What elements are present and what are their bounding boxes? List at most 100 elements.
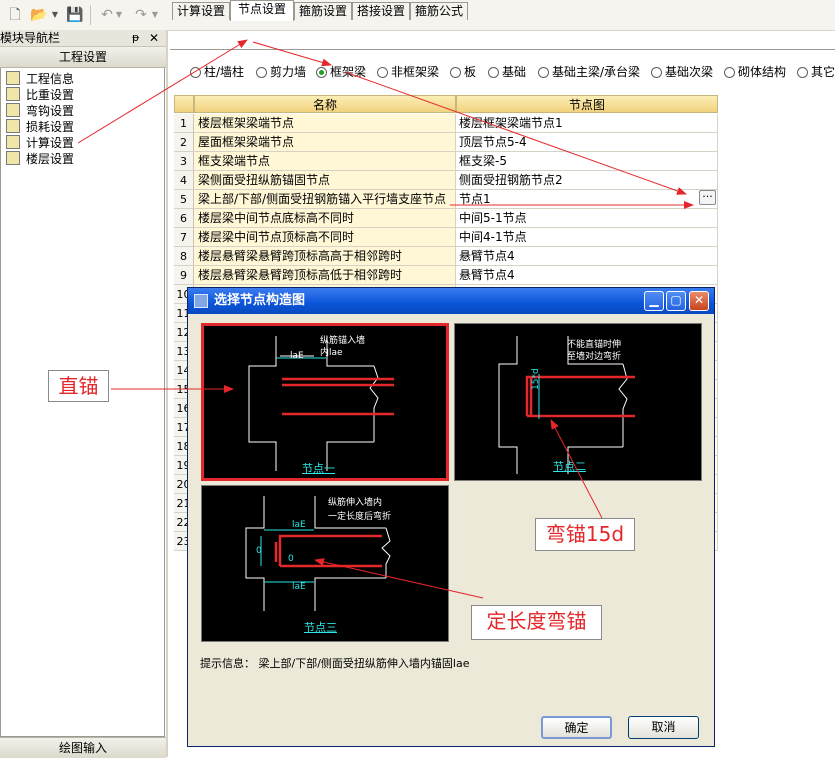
radio-dot	[651, 67, 662, 78]
table-cell-name[interactable]: 框支梁端节点	[194, 152, 456, 171]
redo-icon[interactable]: ↷	[132, 6, 150, 24]
nav-section-header[interactable]: 工程设置	[0, 47, 166, 68]
node-3-diagram	[245, 496, 391, 611]
table-cell-node[interactable]: 楼层框架梁端节点1	[456, 114, 718, 133]
row-number[interactable]: 3	[174, 152, 194, 171]
annotation-straight-anchor: 直锚	[48, 370, 109, 402]
node-option-1[interactable]: 纵筋锚入墙 内lae laE 节点一	[201, 323, 449, 481]
node-1-dim-label: laE	[290, 351, 304, 361]
table-cell-name[interactable]: 屋面框架梁端节点	[194, 133, 456, 152]
table-cell-node[interactable]: 中间4-1节点	[456, 228, 718, 247]
nav-item-label: 弯钩设置	[26, 104, 75, 118]
tab-calc[interactable]: 计算设置	[172, 2, 230, 20]
radio-label: 剪力墙	[270, 65, 307, 79]
close-icon[interactable]: ✕	[689, 291, 709, 311]
floor-icon	[6, 151, 20, 165]
splitter[interactable]	[166, 30, 168, 757]
nav-item-loss[interactable]: 损耗设置	[6, 119, 74, 135]
column-header-name[interactable]: 名称	[194, 95, 456, 113]
project-info-icon	[6, 71, 20, 85]
table-cell-name[interactable]: 楼层梁中间节点底标高不同时	[194, 209, 456, 228]
open-folder-icon[interactable]: 📂	[30, 6, 48, 24]
radio-dot	[256, 67, 267, 78]
table-cell-node[interactable]: 节点1	[456, 190, 718, 209]
node-3-note-line2: 一定长度后弯折	[328, 512, 392, 522]
nav-list: 工程信息 比重设置 弯钩设置 损耗设置 计算设置 楼层设置	[0, 68, 165, 737]
table-cell-node[interactable]: 顶层节点5-4	[456, 133, 718, 152]
undo-dropdown-icon[interactable]: ▼	[114, 6, 124, 24]
radio-label: 框架梁	[330, 65, 367, 79]
row-number[interactable]: 4	[174, 171, 194, 190]
ellipsis-button[interactable]: ···	[699, 190, 716, 205]
table-cell-node[interactable]: 悬臂节点4	[456, 266, 718, 285]
table-cell-node[interactable]: 框支梁-5	[456, 152, 718, 171]
radio-non-frame-beam[interactable]: 非框架梁	[377, 64, 439, 80]
radio-slab[interactable]: 板	[450, 64, 476, 80]
radio-label: 基础	[502, 65, 527, 79]
radio-foundation-main-beam[interactable]: 基础主梁/承台梁	[538, 64, 640, 80]
node-option-3[interactable]: 纵筋伸入墙内 一定长度后弯折 laE laE 0 0 节点三	[201, 485, 449, 642]
row-number[interactable]: 8	[174, 247, 194, 266]
toolbar-separator	[90, 5, 91, 25]
nav-item-hook[interactable]: 弯钩设置	[6, 103, 74, 119]
radio-shear-wall[interactable]: 剪力墙	[256, 64, 306, 80]
table-cell-name[interactable]: 梁侧面受扭纵筋锚固节点	[194, 171, 456, 190]
nav-item-floor[interactable]: 楼层设置	[6, 151, 74, 167]
table-cell-node[interactable]: 侧面受扭钢筋节点2	[456, 171, 718, 190]
radio-label: 其它	[811, 65, 835, 79]
table-cell-node[interactable]: 中间5-1节点	[456, 209, 718, 228]
node-1-note-line1: 纵筋锚入墙	[320, 336, 366, 346]
table-cell-name[interactable]: 楼层梁中间节点顶标高不同时	[194, 228, 456, 247]
redo-dropdown-icon[interactable]: ▼	[150, 6, 160, 24]
dialog-app-icon	[194, 294, 208, 308]
row-number[interactable]: 5	[174, 190, 194, 209]
new-file-icon[interactable]: 🗋	[6, 6, 24, 24]
table-cell-name[interactable]: 楼层悬臂梁悬臂跨顶标高高于相邻跨时	[194, 247, 456, 266]
row-number[interactable]: 2	[174, 133, 194, 152]
column-header-node[interactable]: 节点图	[456, 95, 718, 113]
node-option-2[interactable]: 不能直锚时伸 至墙对边弯折 15*d 节点二	[454, 323, 702, 481]
row-number[interactable]: 6	[174, 209, 194, 228]
minimize-icon[interactable]: ▁	[644, 291, 664, 311]
row-number[interactable]: 1	[174, 114, 194, 133]
maximize-icon[interactable]: ▢	[666, 291, 686, 311]
radio-foundation-sub-beam[interactable]: 基础次梁	[651, 64, 713, 80]
table-cell-node[interactable]: 悬臂节点4	[456, 247, 718, 266]
nav-item-weight[interactable]: 比重设置	[6, 87, 74, 103]
pin-icon[interactable]: ᵽ	[132, 30, 139, 46]
radio-column[interactable]: 柱/墙柱	[190, 64, 244, 80]
nav-bottom-button[interactable]: 绘图输入	[0, 737, 166, 758]
cancel-button[interactable]: 取消	[628, 716, 699, 739]
nav-item-calc[interactable]: 计算设置	[6, 135, 74, 151]
ok-button[interactable]: 确定	[541, 716, 612, 739]
radio-dot	[377, 67, 388, 78]
dropdown-arrow-icon[interactable]: ▼	[50, 6, 60, 24]
row-number[interactable]: 7	[174, 228, 194, 247]
row-number[interactable]: 9	[174, 266, 194, 285]
radio-frame-beam[interactable]: 框架梁	[316, 64, 366, 80]
node-3-dim-label-top: laE	[292, 520, 306, 530]
node-3-dim-label-bottom: laE	[292, 582, 306, 592]
table-cell-name[interactable]: 梁上部/下部/侧面受扭钢筋锚入平行墙支座节点	[194, 190, 456, 209]
tab-stirrup-formula[interactable]: 箍筋公式	[410, 2, 468, 20]
nav-item-label: 工程信息	[26, 72, 75, 86]
radio-foundation[interactable]: 基础	[488, 64, 526, 80]
table-cell-name[interactable]: 楼层框架梁端节点	[194, 114, 456, 133]
node-2-note-line2: 至墙对边弯折	[567, 352, 622, 362]
close-icon[interactable]: ✕	[149, 30, 159, 46]
nav-item-project-info[interactable]: 工程信息	[6, 71, 74, 87]
node-1-label: 节点一	[302, 462, 335, 475]
table-cell-name[interactable]: 楼层悬臂梁悬臂跨顶标高低于相邻跨时	[194, 266, 456, 285]
tab-lap[interactable]: 搭接设置	[352, 2, 410, 20]
save-icon[interactable]: 💾	[66, 6, 84, 24]
tab-stirrup[interactable]: 箍筋设置	[294, 2, 352, 20]
tab-node[interactable]: 节点设置	[230, 0, 294, 21]
radio-masonry[interactable]: 砌体结构	[724, 64, 786, 80]
annotation-fixed-length-bent: 定长度弯锚	[471, 605, 602, 640]
node-2-dim-label: 15*d	[531, 368, 541, 390]
radio-dot	[724, 67, 735, 78]
node-2-label: 节点二	[553, 460, 586, 473]
nav-item-label: 比重设置	[26, 88, 75, 102]
radio-other[interactable]: 其它	[797, 64, 835, 80]
nav-item-label: 楼层设置	[26, 152, 75, 166]
